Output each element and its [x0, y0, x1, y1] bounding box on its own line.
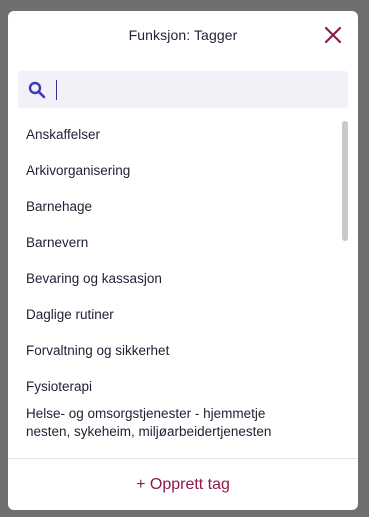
scrollbar[interactable]: [342, 121, 350, 451]
list-item[interactable]: Barnehage: [26, 198, 326, 216]
close-button[interactable]: [322, 24, 344, 46]
list-item[interactable]: Bevaring og kassasjon: [26, 270, 326, 288]
tags-modal: Funksjon: Tagger Anskaffelser Arkivorgan…: [8, 11, 358, 510]
list-item[interactable]: Daglige rutiner: [26, 306, 326, 324]
tag-list[interactable]: Anskaffelser Arkivorganisering Barnehage…: [8, 117, 358, 458]
list-item[interactable]: Anskaffelser: [26, 126, 326, 144]
close-icon: [324, 26, 342, 44]
text-caret: [56, 80, 57, 100]
modal-header: Funksjon: Tagger: [8, 11, 358, 59]
list-item[interactable]: Helse- og omsorgstjenester - hjemmetje n…: [26, 405, 296, 441]
list-item[interactable]: Forvaltning og sikkerhet: [26, 342, 326, 360]
search-box: [18, 71, 348, 108]
create-tag-button[interactable]: + Opprett tag: [8, 459, 358, 510]
list-item[interactable]: Fysioterapi: [26, 378, 326, 396]
list-item[interactable]: Arkivorganisering: [26, 162, 326, 180]
search-input[interactable]: [54, 77, 338, 103]
scrollbar-thumb[interactable]: [342, 121, 348, 241]
modal-title: Funksjon: Tagger: [128, 27, 238, 43]
search-icon: [28, 81, 46, 99]
list-item[interactable]: Barnevern: [26, 234, 326, 252]
